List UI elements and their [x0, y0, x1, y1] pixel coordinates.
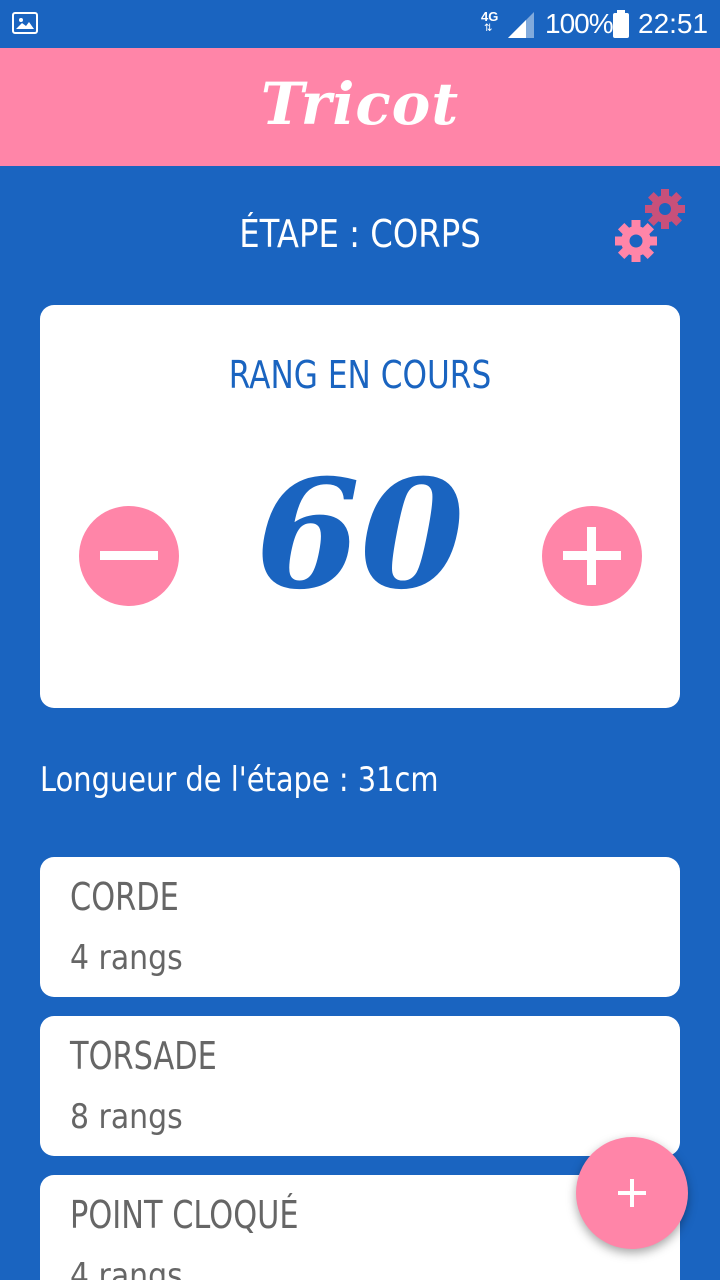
stitch-rows: 8 rangs — [70, 1097, 183, 1137]
stitch-name: POINT CLOQUÉ — [70, 1193, 299, 1237]
row-counter-card: RANG EN COURS 60 — [40, 305, 680, 708]
data-arrows-icon: ⇅ — [484, 23, 493, 34]
clock: 22:51 — [638, 8, 709, 39]
row-counter-value: 60 — [255, 447, 465, 623]
app-title: Tricot — [260, 70, 460, 138]
stage-title: ÉTAPE : CORPS — [239, 212, 481, 256]
network-type: 4G — [481, 9, 499, 24]
decrement-button[interactable] — [79, 506, 179, 606]
increment-button[interactable] — [542, 506, 642, 606]
app-bar: Tricot — [0, 48, 720, 166]
image-icon — [12, 12, 38, 34]
stitch-item[interactable]: CORDE 4 rangs — [40, 857, 680, 997]
stitch-item[interactable]: TORSADE 8 rangs — [40, 1016, 680, 1156]
minus-icon — [100, 551, 158, 560]
battery-percent: 100% — [545, 8, 614, 39]
battery-icon — [613, 10, 629, 38]
stitch-rows: 4 rangs — [70, 1256, 183, 1280]
signal-icon — [508, 12, 534, 38]
counter-label: RANG EN COURS — [228, 353, 492, 397]
stitch-rows: 4 rangs — [70, 938, 183, 978]
settings-button[interactable] — [612, 186, 692, 266]
status-bar: 4G ⇅ 100% 22:51 — [0, 0, 720, 48]
stitch-name: TORSADE — [70, 1034, 217, 1078]
stitch-name: CORDE — [70, 875, 179, 919]
gears-icon — [615, 189, 685, 262]
stage-length: Longueur de l'étape : 31cm — [40, 760, 439, 800]
add-stitch-button[interactable] — [576, 1137, 688, 1249]
